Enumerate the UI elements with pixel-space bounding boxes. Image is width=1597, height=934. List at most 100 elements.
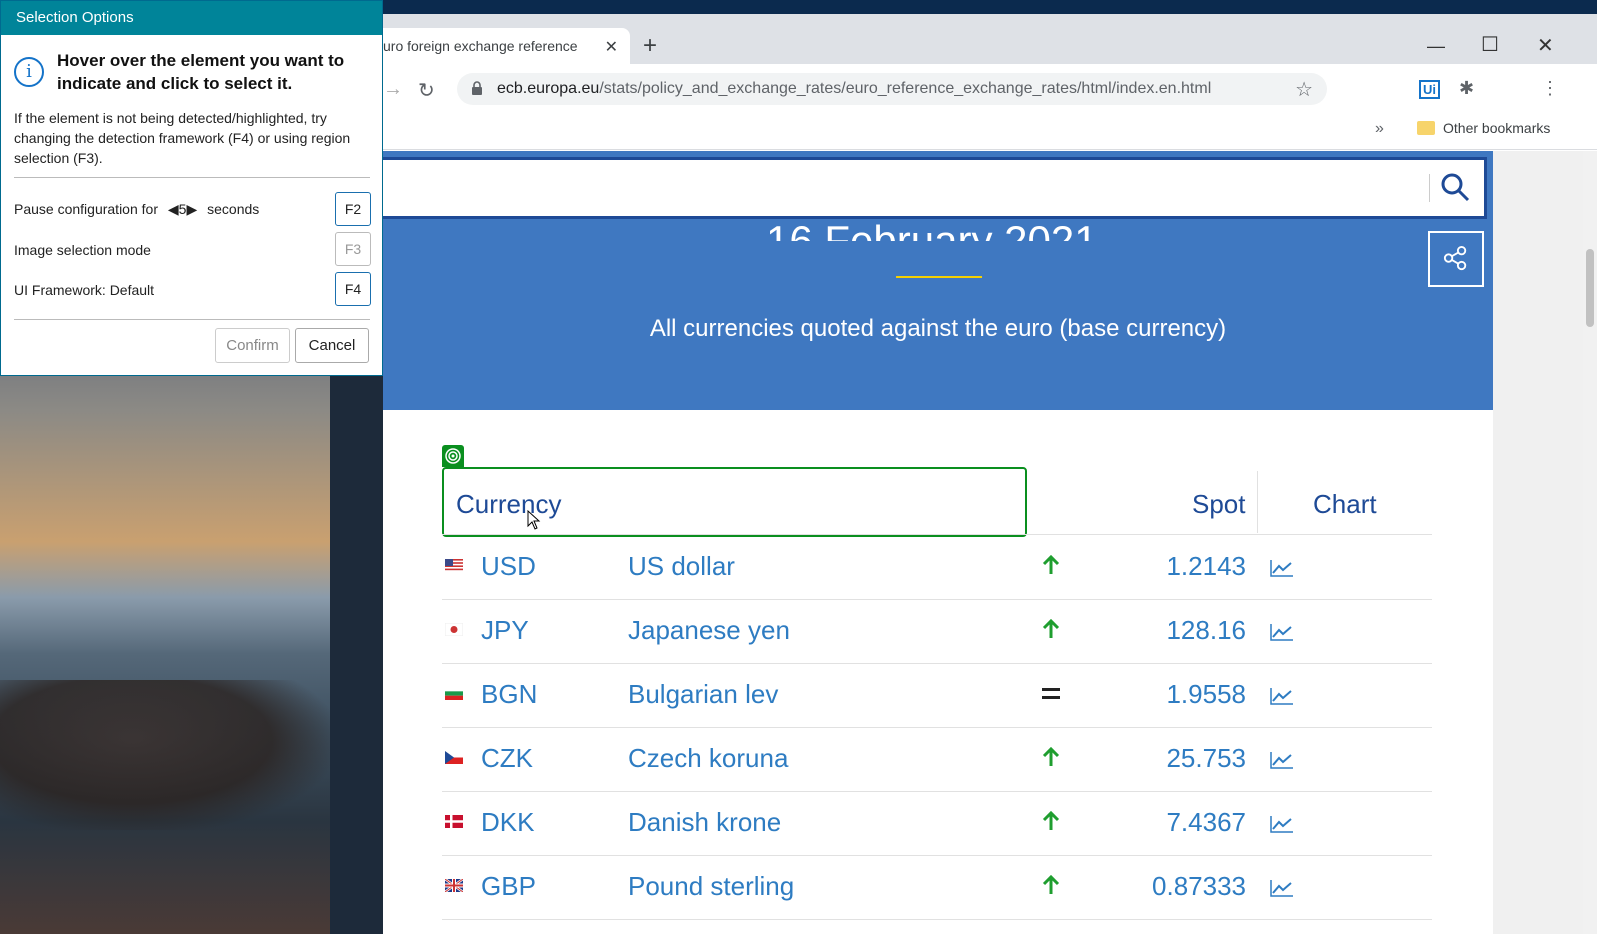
chart-icon[interactable]	[1270, 623, 1294, 641]
currency-code[interactable]: DKK	[481, 807, 534, 838]
bookmarks-overflow-icon[interactable]: »	[1375, 120, 1384, 138]
minimize-icon[interactable]: —	[1427, 36, 1445, 57]
spot-rate: 25.753	[1166, 743, 1246, 773]
pause-label: Pause configuration for	[14, 201, 158, 217]
currency-code[interactable]: JPY	[481, 615, 529, 646]
forward-icon[interactable]: →	[383, 78, 403, 101]
extensions-puzzle-icon[interactable]: ✱	[1459, 78, 1474, 99]
target-icon	[442, 445, 464, 467]
reload-icon[interactable]: ↻	[418, 78, 435, 103]
dialog-heading: Hover over the element you want to indic…	[57, 51, 345, 93]
spot-rate: 1.2143	[1166, 551, 1246, 581]
page-scrollbar[interactable]	[1583, 151, 1597, 934]
flag-cz-icon	[445, 751, 463, 764]
table-row: BGN Bulgarian lev 1.9558	[442, 663, 1432, 727]
page-subtitle: All currencies quoted against the euro (…	[649, 315, 1227, 342]
scrollbar-thumb[interactable]	[1586, 249, 1594, 327]
currency-code[interactable]: BGN	[481, 679, 537, 710]
pause-option: Pause configuration for ◀5▶ seconds	[14, 201, 259, 218]
image-mode-label: Image selection mode	[14, 242, 151, 258]
confirm-button[interactable]: Confirm	[215, 328, 290, 363]
spot-rate: 1.9558	[1166, 679, 1246, 709]
bookmark-star-icon[interactable]: ☆	[1295, 77, 1313, 102]
uipath-extension-icon[interactable]: Ui	[1419, 80, 1440, 99]
browser-titlebar	[383, 0, 1597, 14]
spot-rate: 0.87333	[1152, 871, 1246, 901]
lock-icon	[472, 81, 482, 95]
flag-dk-icon	[445, 815, 463, 828]
close-tab-icon[interactable]: ✕	[605, 37, 618, 57]
trend-up-icon	[1042, 811, 1060, 830]
url-text: ecb.europa.eu/stats/policy_and_exchange_…	[497, 80, 1211, 98]
search-icon[interactable]	[1440, 172, 1470, 202]
tab-strip: uro foreign exchange reference ✕ + — ☐ ✕	[383, 14, 1597, 64]
chart-icon[interactable]	[1270, 751, 1294, 769]
page-viewport: 16 February 2021 All currencies quoted a…	[383, 151, 1597, 934]
table-row: JPY Japanese yen 128.16	[442, 599, 1432, 663]
flag-gb-icon	[445, 879, 463, 892]
currency-code[interactable]: CZK	[481, 743, 533, 774]
currency-name[interactable]: US dollar	[628, 551, 735, 582]
desktop-wallpaper-rocks	[0, 680, 330, 830]
currency-name[interactable]: Bulgarian lev	[628, 679, 778, 710]
trend-up-icon	[1042, 619, 1060, 638]
bookmarks-bar: » Other bookmarks	[383, 114, 1597, 150]
flag-us-icon	[445, 559, 463, 572]
spot-rate: 128.16	[1166, 615, 1246, 645]
maximize-icon[interactable]: ☐	[1481, 32, 1499, 57]
page-hero: 16 February 2021 All currencies quoted a…	[383, 151, 1493, 934]
column-header-currency[interactable]: Currency	[456, 489, 561, 520]
dialog-divider	[14, 177, 370, 178]
header-divider	[1257, 471, 1258, 533]
share-button[interactable]	[1428, 231, 1484, 287]
tab-ecb[interactable]: uro foreign exchange reference ✕	[383, 28, 630, 64]
share-icon	[1443, 246, 1467, 271]
chart-icon[interactable]	[1270, 559, 1294, 577]
url-host: ecb.europa.eu	[497, 80, 600, 97]
rates-table: Currency Spot Chart USD US dollar 1.2143 JP…	[383, 410, 1493, 934]
trend-up-icon	[1042, 555, 1060, 574]
pause-unit: seconds	[207, 201, 260, 217]
currency-name[interactable]: Danish krone	[628, 807, 781, 838]
spot-rate: 7.4367	[1166, 807, 1246, 837]
row-divider	[442, 919, 1432, 920]
image-mode-hotkey-button[interactable]: F3	[335, 232, 371, 266]
currency-code[interactable]: USD	[481, 551, 536, 582]
framework-hotkey-button[interactable]: F4	[335, 272, 371, 306]
framework-value: Default	[109, 282, 155, 298]
pause-decrease-icon[interactable]: ◀	[168, 201, 179, 217]
tab-title: uro foreign exchange reference	[383, 38, 578, 54]
table-row: USD US dollar 1.2143	[442, 535, 1432, 599]
dialog-hint: If the element is not being detected/hig…	[14, 110, 351, 166]
other-bookmarks[interactable]: Other bookmarks	[1443, 120, 1550, 136]
menu-kebab-icon[interactable]: ⋮	[1541, 78, 1559, 99]
chart-icon[interactable]	[1270, 687, 1294, 705]
url-path: /stats/policy_and_exchange_rates/euro_re…	[599, 80, 1212, 97]
framework-option: UI Framework: Default	[14, 282, 154, 298]
browser-window: uro foreign exchange reference ✕ + — ☐ ✕…	[383, 0, 1597, 934]
table-row: CZK Czech koruna 25.753	[442, 727, 1432, 791]
trend-equal-icon	[1042, 688, 1060, 699]
address-bar[interactable]: ecb.europa.eu/stats/policy_and_exchange_…	[457, 73, 1327, 105]
chart-icon[interactable]	[1270, 815, 1294, 833]
close-window-icon[interactable]: ✕	[1537, 33, 1554, 58]
trend-up-icon	[1042, 875, 1060, 894]
browser-toolbar: → ↻ ecb.europa.eu/stats/policy_and_excha…	[383, 64, 1597, 114]
dialog-title: Selection Options	[1, 1, 382, 35]
date-heading: 16 February 2021	[766, 217, 1098, 241]
new-tab-icon[interactable]: +	[643, 34, 657, 58]
trend-up-icon	[1042, 747, 1060, 766]
pause-increase-icon[interactable]: ▶	[186, 201, 197, 217]
heading-underline	[896, 276, 982, 278]
currency-name[interactable]: Japanese yen	[628, 615, 790, 646]
search-divider	[1429, 174, 1430, 202]
currency-name[interactable]: Pound sterling	[628, 871, 794, 902]
selection-options-dialog: Selection Options i Hover over the eleme…	[0, 0, 383, 376]
mouse-cursor-icon	[527, 510, 541, 530]
info-icon: i	[14, 57, 44, 87]
cancel-button[interactable]: Cancel	[295, 328, 369, 363]
currency-name[interactable]: Czech koruna	[628, 743, 788, 774]
pause-hotkey-button[interactable]: F2	[335, 192, 371, 226]
currency-code[interactable]: GBP	[481, 871, 536, 902]
chart-icon[interactable]	[1270, 879, 1294, 897]
